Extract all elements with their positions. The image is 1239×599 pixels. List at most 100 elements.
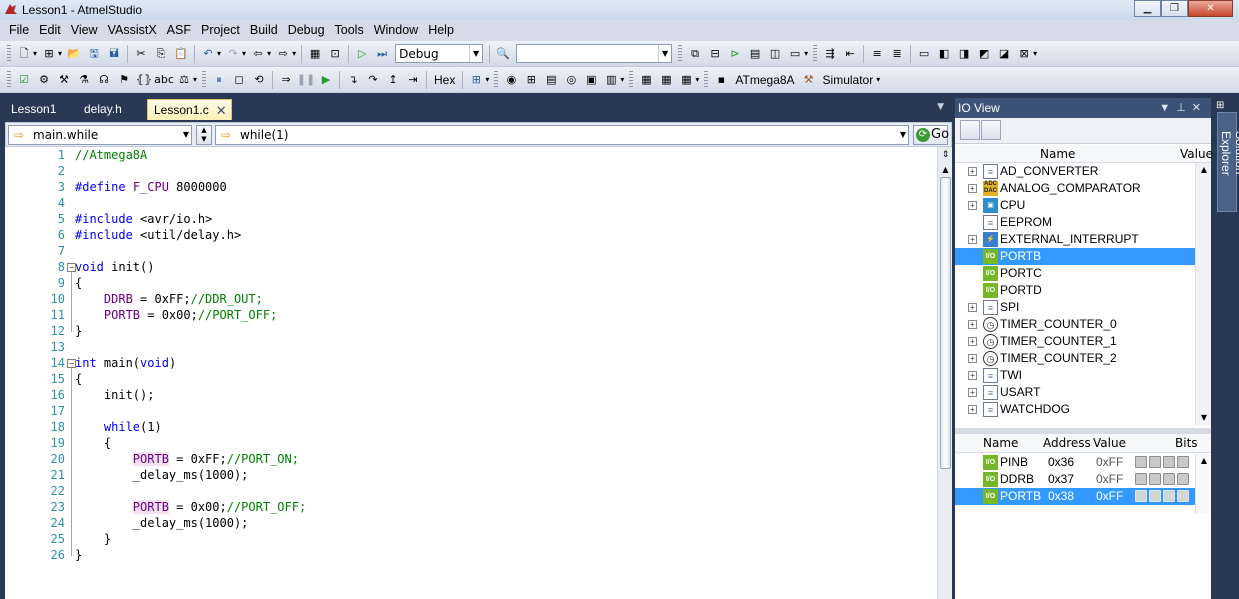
toolbar-grip[interactable] [7,44,11,63]
reg-name-column-header[interactable]: Name [983,436,1018,450]
tab-list-dropdown-icon[interactable]: ▼ [937,102,944,112]
goto-definition-icon[interactable]: ⦃⦄ [136,72,152,88]
find-combo[interactable]: ▼ [516,44,673,63]
navigate-forward-icon[interactable]: ⇨ [275,46,291,62]
step-out-icon[interactable]: ↥ [385,72,401,88]
menu-edit[interactable]: Edit [34,20,66,41]
memory1-icon[interactable]: ▦ [638,72,654,88]
uncomment-icon[interactable]: ≣ [889,46,905,62]
tree-item-portd[interactable]: I/O PORTD [955,282,1195,299]
tree-item-ad-converter[interactable]: + ≡ AD_CONVERTER [955,163,1195,180]
code-line[interactable]: init(); [75,387,937,403]
bit-toggle[interactable] [1163,456,1175,468]
comment-icon[interactable]: ≡ [869,46,885,62]
code-line[interactable]: #include <avr/io.h> [75,211,937,227]
menu-window[interactable]: Window [369,20,423,41]
add-item-icon[interactable]: ⊞ [41,46,57,62]
navigate-backward-icon[interactable]: ⇦ [250,46,266,62]
bit-toggle[interactable] [1149,490,1161,502]
code-line[interactable]: int main(void) − [67,355,937,371]
pin-icon[interactable]: ⊥ [1176,102,1192,114]
disassembly-icon[interactable]: ◉ [503,72,519,88]
code-line[interactable] [75,483,937,499]
device-programming-icon[interactable]: ▦ [307,46,323,62]
find-in-files-icon[interactable]: 🔍 [495,46,511,62]
stop-debugging-icon[interactable]: ◻ [231,72,247,88]
expand-icon[interactable]: + [968,235,977,244]
bit-toggle[interactable] [1135,473,1147,485]
reg-bits-column-header[interactable]: Bits [1175,436,1198,450]
scroll-up-icon[interactable]: ▲ [1196,163,1212,177]
solution-configuration-select[interactable]: Debug ▼ [395,44,484,63]
processor-view-icon[interactable]: ▥ [603,72,619,88]
properties-icon[interactable]: ⊟ [707,46,723,62]
code-line[interactable]: _delay_ms(1000); [75,515,937,531]
watch-icon[interactable]: ◎ [563,72,579,88]
start-without-debugging-icon[interactable]: ⏭ [374,46,390,62]
tree-item-portc[interactable]: I/O PORTC [955,265,1195,282]
name-column-header[interactable]: Name [1040,147,1075,161]
spell-check-icon[interactable]: abc [154,72,174,88]
expand-icon[interactable]: + [968,303,977,312]
menu-help[interactable]: Help [423,20,459,41]
memory-icon[interactable]: ▤ [543,72,559,88]
registers-icon[interactable]: ⊞ [523,72,539,88]
refactor-icon[interactable]: ⚖ [176,72,192,88]
editor-vertical-scrollbar[interactable]: ⇕ ▲ [937,147,952,599]
bit-toggle[interactable] [1177,490,1189,502]
reg-address-column-header[interactable]: Address [1043,436,1091,450]
reg-value-column-header[interactable]: Value [1093,436,1126,450]
build-solution-icon[interactable]: ⚙ [36,72,52,88]
register-row[interactable]: I/O PINB 0x36 0xFF [955,454,1195,471]
start-page-icon[interactable]: ▭ [787,46,803,62]
tree-item-timer-counter-0[interactable]: + ◷ TIMER_COUNTER_0 [955,316,1195,333]
new-project-icon[interactable]: 🗋 [16,46,32,62]
code-line[interactable] [75,403,937,419]
close-panel-icon[interactable]: ✕ [1192,102,1207,114]
save-icon[interactable]: 🖫 [86,46,102,62]
restart-icon[interactable]: ⟲ [251,72,267,88]
tree-item-twi[interactable]: + ≡ TWI [955,367,1195,384]
register-scrollbar[interactable]: ▲ [1195,454,1211,514]
code-line[interactable]: { [75,275,937,291]
continue-icon[interactable]: ▶ [318,72,334,88]
tab-lesson1[interactable]: Lesson1 [5,99,62,120]
panel-menu-icon[interactable]: ▼ [1159,102,1176,114]
scroll-down-icon[interactable]: ▼ [1196,411,1212,425]
solution-explorer-tab[interactable]: Solution Explorer [1217,112,1239,212]
code-line[interactable]: { [75,435,937,451]
run-to-cursor-icon[interactable]: ⇥ [405,72,421,88]
code-line[interactable]: DDRB = 0xFF;//DDR_OUT; [75,291,937,307]
breakpoint-window-icon[interactable]: ⊞ [468,72,484,88]
bit-toggle[interactable] [1163,473,1175,485]
expand-icon[interactable]: + [968,388,977,397]
expand-icon[interactable]: + [968,320,977,329]
expand-icon[interactable]: + [968,167,977,176]
tab-delay-h[interactable]: delay.h [78,99,128,120]
expand-icon[interactable]: + [968,371,977,380]
minimize-button[interactable]: ▁ [1134,0,1161,17]
hammer-tool-icon[interactable]: ⚒ [801,72,817,88]
next-bookmark-icon[interactable]: ◨ [956,46,972,62]
show-next-statement-icon[interactable]: ⇒ [278,72,294,88]
bit-toggle[interactable] [1163,490,1175,502]
tree-item-external-interrupt[interactable]: + ⚡ EXTERNAL_INTERRUPT [955,231,1195,248]
scroll-thumb[interactable] [940,177,951,469]
code-line[interactable]: PORTB = 0x00;//PORT_OFF; [75,499,937,515]
code-line[interactable]: //Atmega8A [75,147,937,163]
code-line[interactable]: } [75,547,937,563]
undo-icon[interactable]: ↶ [200,46,216,62]
bookmark-icon[interactable]: ▭ [916,46,932,62]
tree-item-timer-counter-2[interactable]: + ◷ TIMER_COUNTER_2 [955,350,1195,367]
tool-selector[interactable]: Simulator [823,73,874,87]
cut-icon[interactable]: ✂ [133,46,149,62]
code-line[interactable]: #include <util/delay.h> [75,227,937,243]
tree-item-usart[interactable]: + ≡ USART [955,384,1195,401]
prev-bookmark-folder-icon[interactable]: ◩ [976,46,992,62]
clean-icon[interactable]: ⚗ [76,72,92,88]
next-bookmark-folder-icon[interactable]: ◪ [996,46,1012,62]
clear-bookmarks-icon[interactable]: ⊠ [1016,46,1032,62]
hex-toggle[interactable]: Hex [434,73,455,87]
memory2-icon[interactable]: ▦ [658,72,674,88]
code-line[interactable]: #define F_CPU 8000000 [75,179,937,195]
